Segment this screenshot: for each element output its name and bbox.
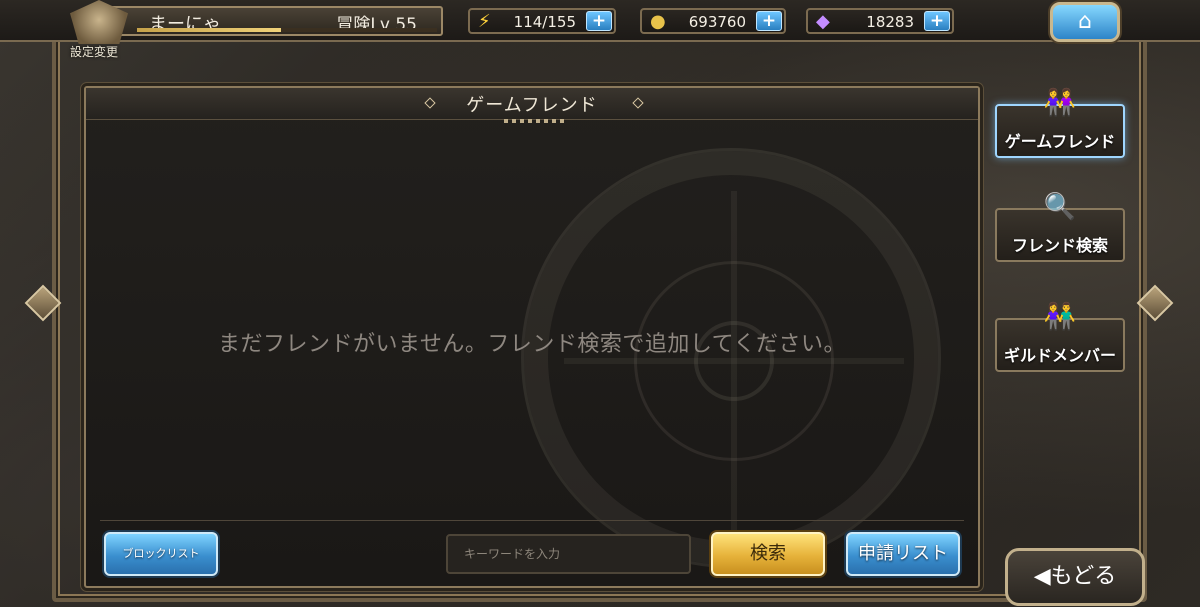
crystal-icon: ◆	[816, 11, 830, 32]
player-name: まーにゃ	[149, 14, 221, 35]
add-gold-button[interactable]: +	[756, 11, 782, 31]
player-plate[interactable]: まーにゃ 冒険Lv 55	[95, 6, 443, 36]
top-bar: まーにゃ 冒険Lv 55 ⚡ 114/155 + ● 693760 + ◆ 18…	[0, 0, 1200, 44]
tab-game-friend[interactable]: 👭 ゲームフレンド	[995, 88, 1125, 158]
tab-friend-search-label: フレンド検索	[1011, 236, 1108, 255]
magic-circle-decoration	[521, 148, 941, 568]
guild-members-characters-icon: 👫	[1043, 302, 1077, 332]
tab-friend-search[interactable]: 🔍 フレンド検索	[995, 192, 1125, 262]
home-button[interactable]: ⌂	[1050, 2, 1120, 42]
stamina-counter: ⚡ 114/155 +	[468, 8, 616, 34]
back-label: もどる	[1050, 564, 1117, 589]
tab-game-friend-label: ゲームフレンド	[1004, 132, 1116, 151]
title-separator	[504, 119, 564, 123]
panel-header: ゲームフレンド	[86, 88, 978, 120]
search-button[interactable]: 検索	[711, 532, 825, 576]
coin-icon: ●	[650, 11, 666, 32]
panel-title: ゲームフレンド	[466, 95, 598, 116]
add-gem-button[interactable]: +	[924, 11, 950, 31]
add-stamina-button[interactable]: +	[586, 11, 612, 31]
settings-link[interactable]: 設定変更	[70, 43, 118, 60]
block-list-button[interactable]: ブロックリスト	[104, 532, 218, 576]
magnifier-question-icon: 🔍	[1043, 192, 1077, 222]
exp-bar	[137, 28, 437, 32]
gold-counter: ● 693760 +	[640, 8, 786, 34]
tab-guild-members-label: ギルドメンバー	[1003, 346, 1116, 365]
back-button[interactable]: ◀もどる	[1005, 548, 1145, 606]
tab-guild-members[interactable]: 👫 ギルドメンバー	[995, 302, 1125, 372]
friend-panel: ゲームフレンド まだフレンドがいません。フレンド検索で追加してください。 ブロッ…	[84, 86, 980, 588]
footer-divider	[100, 520, 964, 521]
keyword-search-input[interactable]	[446, 534, 691, 574]
home-icon: ⌂	[1078, 9, 1092, 34]
exp-bar-fill	[137, 28, 281, 32]
gem-value: 18283	[866, 13, 914, 31]
lightning-icon: ⚡	[478, 11, 491, 32]
game-friend-characters-icon: 👭	[1043, 88, 1077, 118]
empty-friends-message: まだフレンドがいません。フレンド検索で追加してください。	[217, 332, 847, 357]
stamina-value: 114/155	[513, 13, 576, 31]
gold-value: 693760	[688, 13, 746, 31]
gem-counter: ◆ 18283 +	[806, 8, 954, 34]
request-list-button[interactable]: 申請リスト	[846, 532, 960, 576]
back-arrow-icon: ◀	[1033, 564, 1051, 589]
